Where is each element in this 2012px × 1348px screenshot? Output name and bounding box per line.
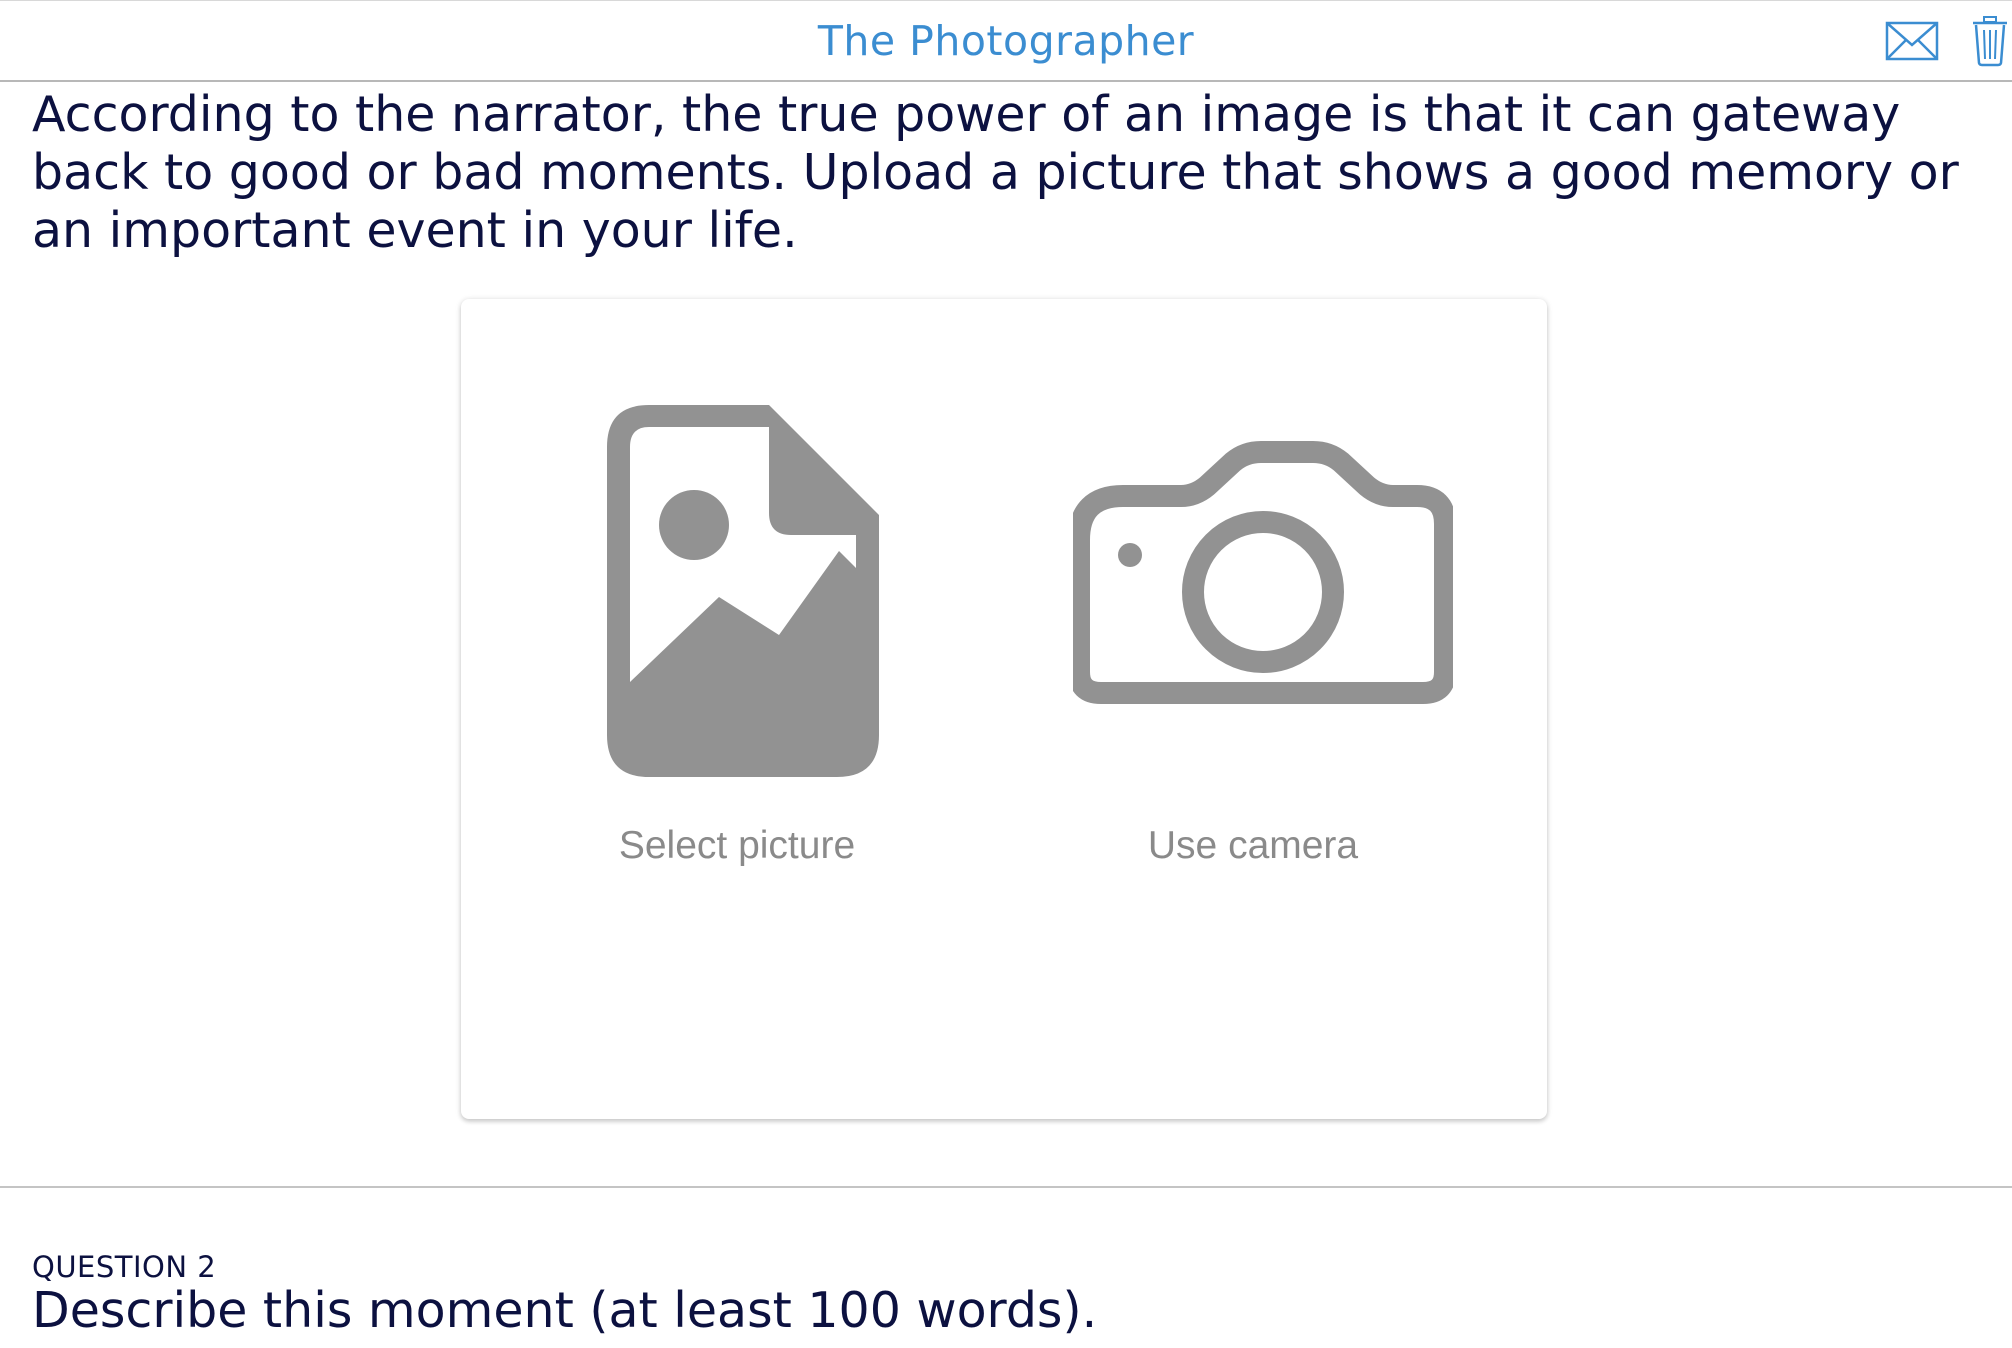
trash-icon [1973,16,2007,67]
question-text: Describe this moment (at least 100 words… [32,1282,1098,1339]
question-number: QUESTION 2 [32,1250,217,1284]
top-bar: The Photographer [0,0,2012,82]
mail-icon [1885,21,1939,61]
delete-button[interactable] [1970,15,2010,67]
question-prompt: According to the narrator, the true powe… [32,86,1959,259]
page: The Photographer According to the narrat… [0,0,2012,1348]
camera-icon [1073,441,1453,704]
use-camera-button[interactable]: Use camera [1073,399,1453,867]
mail-button[interactable] [1884,19,1940,65]
section-divider [0,1186,2012,1188]
page-title: The Photographer [817,17,1195,65]
use-camera-label: Use camera [1147,824,1359,867]
select-picture-label: Select picture [618,824,856,867]
upload-card: Select picture Use camera [461,299,1547,1119]
select-picture-button[interactable]: Select picture [557,399,917,867]
image-file-icon [607,405,879,777]
